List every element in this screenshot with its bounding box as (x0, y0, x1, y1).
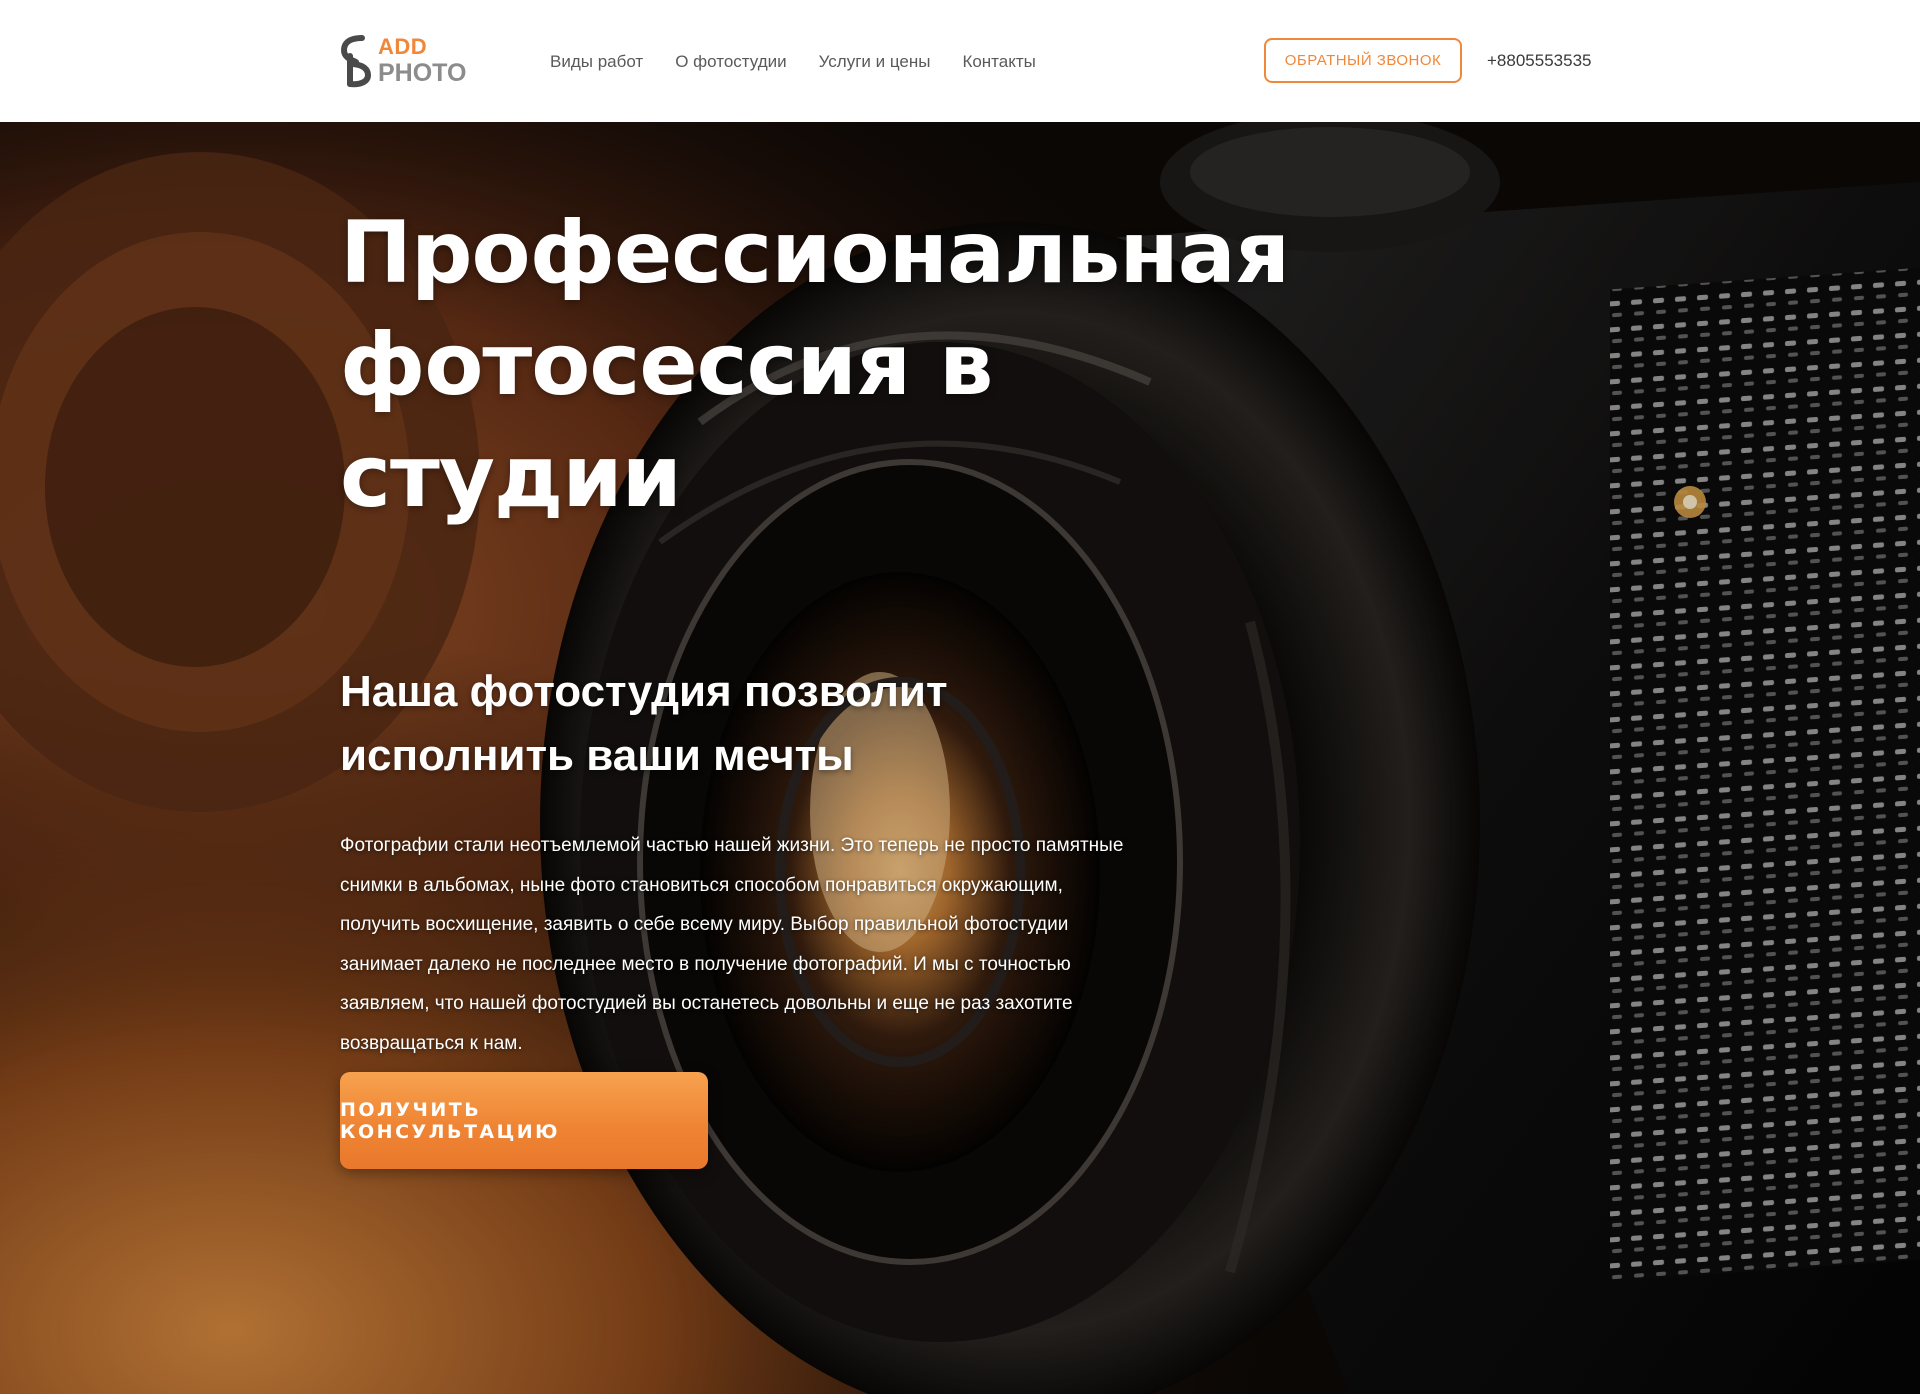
phone-link[interactable]: +8805553535 (1487, 48, 1591, 74)
logo-text-add: ADD (378, 34, 428, 59)
nav-item-services-prices[interactable]: Услуги и цены (819, 52, 931, 72)
logo-mark-icon (340, 35, 372, 88)
hero-subtitle: Наша фотостудия позволит исполнить ваши … (340, 667, 948, 780)
bottom-strip (0, 1394, 1920, 1400)
nav-item-contacts[interactable]: Контакты (962, 52, 1035, 72)
main-nav: Виды работ О фотостудии Услуги и цены Ко… (550, 48, 1068, 76)
get-consultation-button[interactable]: ПОЛУЧИТЬ КОНСУЛЬТАЦИЮ (340, 1072, 708, 1169)
logo[interactable]: ADD PHOTO (338, 32, 466, 90)
logo-text-photo: PHOTO (378, 59, 467, 87)
nav-item-types-of-work[interactable]: Виды работ (550, 52, 643, 72)
hero-description: Фотографии стали неотъемлемой частью наш… (340, 835, 1124, 1054)
callback-button[interactable]: ОБРАТНЫЙ ЗВОНОК (1264, 38, 1462, 83)
hero-section: Профессиональная фотосессия в студии Наш… (0, 122, 1920, 1394)
nav-item-about-studio[interactable]: О фотостудии (675, 52, 786, 72)
site-header: ADD PHOTO Виды работ О фотостудии Услуги… (0, 0, 1920, 122)
hero-title: Профессиональная фотосессия в студии (340, 203, 1290, 527)
